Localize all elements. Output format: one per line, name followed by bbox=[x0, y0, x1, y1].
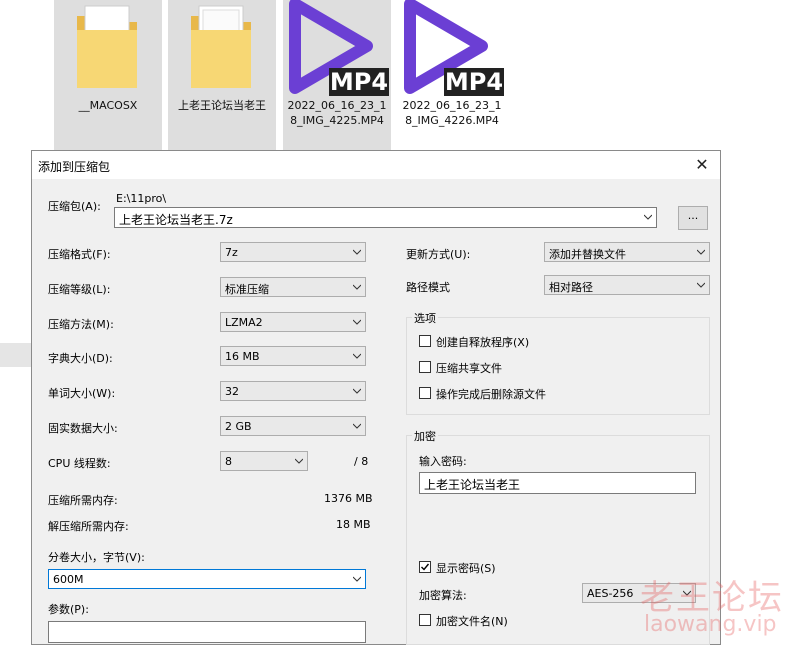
options-group-title: 选项 bbox=[412, 310, 438, 326]
solid-label: 固实数据大小: bbox=[48, 422, 118, 435]
chevron-down-icon bbox=[353, 353, 361, 359]
browse-button[interactable]: ... bbox=[678, 206, 708, 230]
update-select[interactable]: 添加并替换文件 bbox=[544, 242, 710, 262]
mem-decompress-label: 解压缩所需内存: bbox=[48, 520, 129, 533]
split-label: 分卷大小，字节(V): bbox=[48, 551, 145, 564]
dict-select[interactable]: 16 MB bbox=[220, 346, 366, 366]
chevron-down-icon bbox=[697, 249, 705, 255]
method-label: 压缩方法(M): bbox=[48, 318, 114, 331]
format-select[interactable]: 7z bbox=[220, 242, 366, 262]
nav-pane-selection[interactable] bbox=[0, 343, 33, 367]
archive-name-value: 上老王论坛当老王.7z bbox=[119, 213, 233, 227]
mem-compress-label: 压缩所需内存: bbox=[48, 494, 118, 507]
add-to-archive-dialog: 添加到压缩包 ✕ 压缩包(A): E:\11pro\ 上老王论坛当老王.7z .… bbox=[31, 150, 721, 645]
file-name: 2022_06_16_23_18_IMG_4226.MP4 bbox=[402, 99, 502, 127]
threads-label: CPU 线程数: bbox=[48, 457, 111, 470]
mp4-video-icon: MP4 bbox=[404, 0, 504, 96]
encrypt-names-label: 加密文件名(N) bbox=[436, 615, 508, 628]
word-value: 32 bbox=[225, 385, 239, 398]
watermark-url: laowang.vip bbox=[644, 612, 777, 637]
level-value: 标准压缩 bbox=[225, 283, 269, 296]
method-value: LZMA2 bbox=[225, 316, 263, 329]
level-label: 压缩等级(L): bbox=[48, 283, 111, 296]
folder-icon bbox=[191, 5, 251, 88]
shared-files-label: 压缩共享文件 bbox=[436, 362, 502, 375]
path-mode-select[interactable]: 相对路径 bbox=[544, 275, 710, 295]
mem-compress-value: 1376 MB bbox=[324, 492, 373, 505]
checkbox-box[interactable] bbox=[419, 361, 431, 373]
checkbox-box[interactable] bbox=[419, 561, 431, 573]
chevron-down-icon bbox=[697, 282, 705, 288]
dialog-title: 添加到压缩包 bbox=[38, 160, 111, 174]
file-item-folder[interactable]: 上老王论坛当老王 bbox=[168, 0, 276, 150]
update-label: 更新方式(U): bbox=[406, 248, 471, 261]
folder-icon bbox=[77, 5, 137, 88]
params-input[interactable] bbox=[48, 621, 366, 643]
split-size-combo[interactable]: 600M bbox=[48, 569, 366, 589]
chevron-down-icon bbox=[353, 319, 361, 325]
enc-method-label: 加密算法: bbox=[419, 589, 467, 602]
archive-path: E:\11pro\ bbox=[116, 192, 167, 205]
split-size-value: 600M bbox=[53, 573, 84, 586]
show-password-label: 显示密码(S) bbox=[436, 562, 496, 575]
close-button[interactable]: ✕ bbox=[690, 153, 714, 177]
chevron-down-icon bbox=[353, 249, 361, 255]
delete-after-label: 操作完成后删除源文件 bbox=[436, 388, 546, 401]
chevron-down-icon bbox=[644, 214, 652, 220]
checkbox-box[interactable] bbox=[419, 387, 431, 399]
threads-select[interactable]: 8 bbox=[220, 451, 308, 471]
format-value: 7z bbox=[225, 246, 238, 259]
file-name: 上老王论坛当老王 bbox=[178, 99, 266, 112]
encryption-group-title: 加密 bbox=[412, 428, 438, 444]
dict-value: 16 MB bbox=[225, 350, 260, 363]
file-item-mp4-4226[interactable]: MP4 2022_06_16_23_18_IMG_4226.MP4 bbox=[398, 0, 506, 150]
chevron-down-icon bbox=[353, 388, 361, 394]
mp4-video-icon: MP4 bbox=[289, 0, 389, 96]
level-select[interactable]: 标准压缩 bbox=[220, 277, 366, 297]
threads-value: 8 bbox=[225, 455, 232, 468]
chevron-down-icon bbox=[353, 576, 361, 582]
archive-label: 压缩包(A): bbox=[48, 200, 101, 213]
explorer-view: __MACOSX 上老王论坛当老王 MP4 2022_06_16_23_18_I… bbox=[0, 0, 800, 150]
checkmark-icon bbox=[421, 563, 430, 571]
chevron-down-icon bbox=[353, 423, 361, 429]
solid-select[interactable]: 2 GB bbox=[220, 416, 366, 436]
archive-name-combo[interactable]: 上老王论坛当老王.7z bbox=[114, 207, 657, 228]
update-value: 添加并替换文件 bbox=[549, 248, 626, 261]
word-select[interactable]: 32 bbox=[220, 381, 366, 401]
chevron-down-icon bbox=[295, 458, 303, 464]
mp4-badge: MP4 bbox=[330, 68, 388, 96]
file-name: 2022_06_16_23_18_IMG_4225.MP4 bbox=[287, 99, 387, 127]
mp4-badge: MP4 bbox=[445, 68, 503, 96]
path-mode-label: 路径模式 bbox=[406, 281, 450, 294]
password-value: 上老王论坛当老王 bbox=[424, 478, 521, 492]
word-label: 单词大小(W): bbox=[48, 387, 116, 400]
password-label: 输入密码: bbox=[419, 455, 467, 468]
threads-total: / 8 bbox=[354, 455, 369, 468]
file-name: __MACOSX bbox=[78, 99, 138, 112]
file-item-mp4-4225[interactable]: MP4 2022_06_16_23_18_IMG_4225.MP4 bbox=[283, 0, 391, 150]
sfx-label: 创建自释放程序(X) bbox=[436, 336, 530, 349]
method-select[interactable]: LZMA2 bbox=[220, 312, 366, 332]
checkbox-box[interactable] bbox=[419, 335, 431, 347]
file-item-macosx[interactable]: __MACOSX bbox=[54, 0, 162, 150]
checkbox-box[interactable] bbox=[419, 614, 431, 626]
mem-decompress-value: 18 MB bbox=[336, 518, 371, 531]
dialog-titlebar: 添加到压缩包 ✕ bbox=[32, 151, 720, 179]
params-label: 参数(P): bbox=[48, 603, 89, 616]
enc-method-value: AES-256 bbox=[587, 587, 634, 600]
format-label: 压缩格式(F): bbox=[48, 248, 111, 261]
password-input[interactable]: 上老王论坛当老王 bbox=[419, 472, 696, 494]
chevron-down-icon bbox=[353, 284, 361, 290]
solid-value: 2 GB bbox=[225, 420, 252, 433]
dict-label: 字典大小(D): bbox=[48, 352, 113, 365]
path-mode-value: 相对路径 bbox=[549, 281, 593, 294]
